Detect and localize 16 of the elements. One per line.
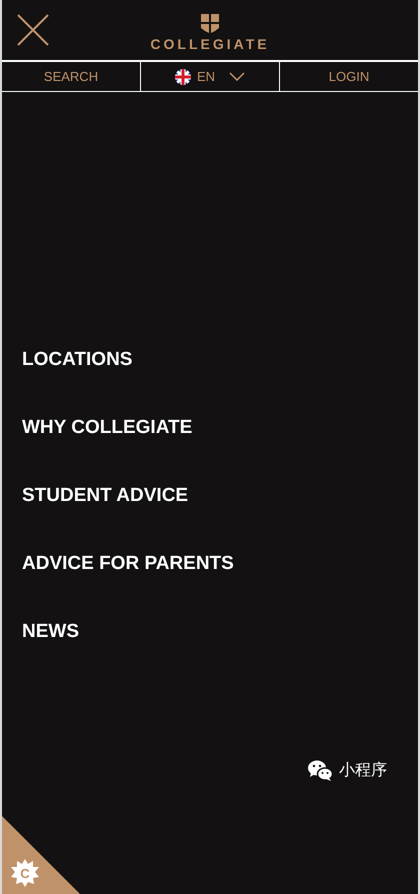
menu-link[interactable]: LOCATIONS	[22, 348, 132, 372]
menu-link[interactable]: NEWS	[22, 620, 79, 644]
chat-bubbles-icon	[308, 760, 333, 782]
shield-icon	[201, 14, 219, 34]
close-icon	[17, 14, 49, 46]
mini-program-link[interactable]: 小程序	[339, 759, 387, 783]
brand-logo[interactable]: COLLEGIATE	[150, 36, 270, 50]
nav-link[interactable]: LOGIN	[279, 62, 418, 91]
close-button[interactable]	[17, 14, 49, 46]
menu-link[interactable]: STUDENT ADVICE	[22, 484, 188, 508]
language-selector[interactable]: EN	[140, 62, 279, 91]
nav-link[interactable]: SEARCH	[2, 62, 140, 91]
chevron-down-icon	[229, 72, 246, 81]
menu-link[interactable]: ADVICE FOR PARENTS	[22, 552, 234, 576]
menu-link[interactable]: WHY COLLEGIATE	[22, 416, 192, 440]
flag-icon	[174, 68, 191, 84]
